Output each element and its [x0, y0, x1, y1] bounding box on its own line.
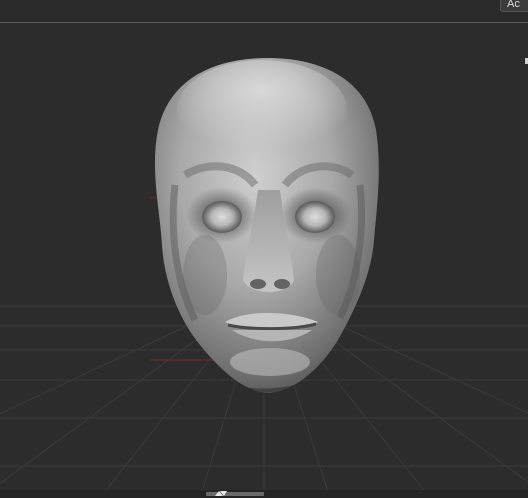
collapse-toggle-icon[interactable] [214, 490, 228, 497]
head-mesh[interactable] [154, 58, 379, 393]
right-eye-icon [295, 201, 335, 233]
scene-canvas[interactable] [0, 0, 528, 498]
left-eye-icon [202, 201, 242, 233]
top-divider [0, 22, 528, 23]
corner-button[interactable]: Ac [500, 0, 528, 12]
bottom-bar [0, 490, 528, 498]
top-strip [0, 0, 528, 22]
3d-viewport[interactable]: Ac [0, 0, 528, 498]
